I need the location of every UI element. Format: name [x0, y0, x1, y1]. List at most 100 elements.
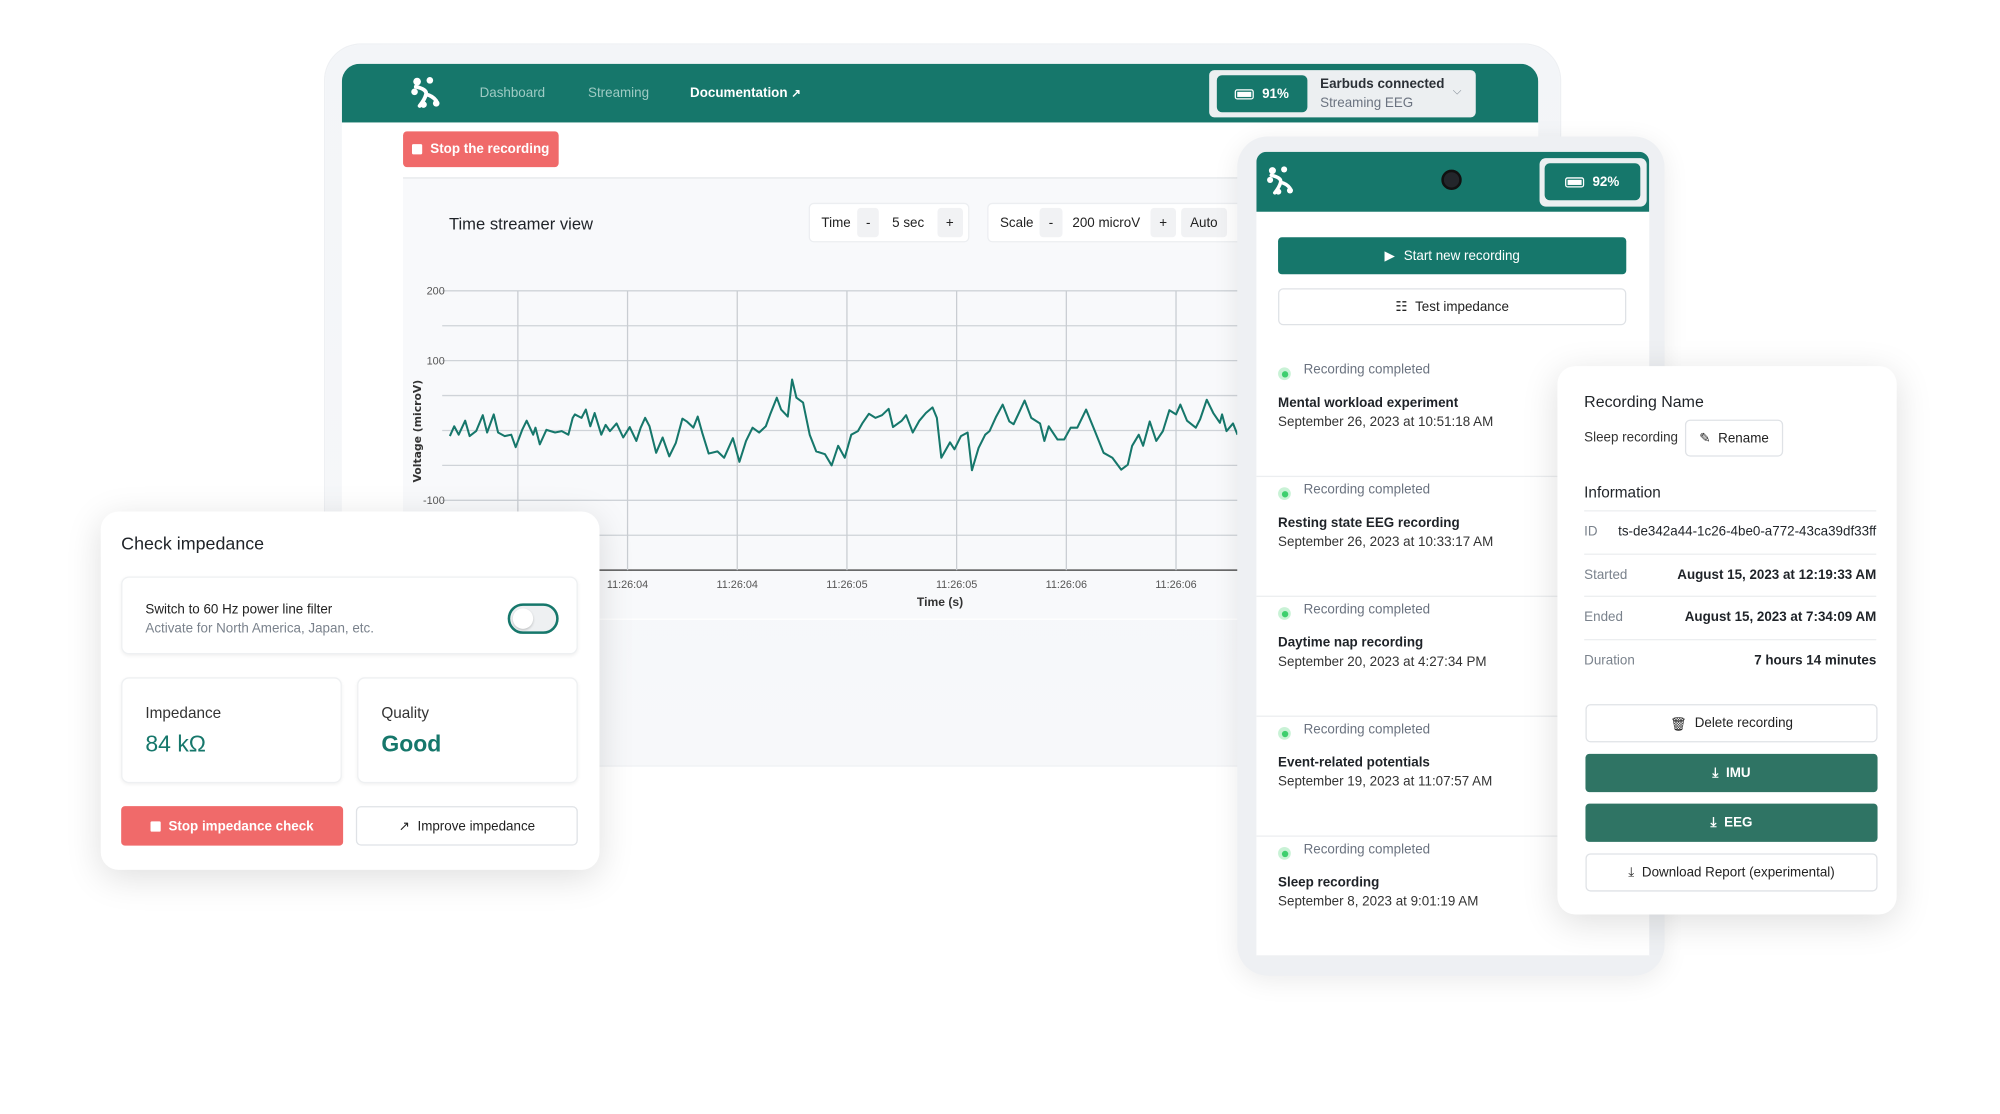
nav-streaming[interactable]: Streaming: [588, 85, 649, 100]
impedance-value: 84 kΩ: [145, 730, 206, 757]
eeg-series-line: [448, 378, 1239, 472]
recording-date: September 19, 2023 at 11:07:57 AM: [1278, 774, 1493, 790]
stop-icon: [150, 820, 161, 831]
download-imu-button[interactable]: ⤓ IMU: [1585, 753, 1878, 793]
quality-value: Good: [381, 730, 442, 757]
camera-dot: [1441, 169, 1462, 191]
y-tick-label: -100: [423, 495, 445, 507]
battery-icon: [1235, 88, 1255, 99]
y-tick-label: 100: [427, 355, 445, 367]
information-heading: Information: [1584, 483, 1661, 502]
recording-status: Recording completed: [1303, 721, 1431, 738]
external-link-icon: ↗: [398, 818, 410, 834]
connection-title: Earbuds connected: [1320, 76, 1445, 92]
impedance-label: Impedance: [145, 704, 222, 722]
stop-recording-label: Stop the recording: [430, 141, 550, 157]
download-icon: ⤓: [1712, 764, 1719, 780]
chevron-down-icon: ⌵: [1452, 84, 1462, 97]
test-impedance-button[interactable]: ☷ Test impedance: [1278, 288, 1627, 326]
info-value: 7 hours 14 minutes: [1754, 652, 1877, 668]
info-label: Started: [1584, 566, 1628, 583]
status-dot-icon: [1278, 367, 1291, 381]
quality-stat: Quality Good: [357, 677, 578, 784]
trash-icon: 🗑: [1670, 716, 1688, 732]
improve-impedance-label: Improve impedance: [417, 818, 536, 834]
delete-recording-button[interactable]: 🗑 Delete recording: [1585, 704, 1878, 743]
test-impedance-label: Test impedance: [1415, 299, 1509, 315]
status-dot-icon: [1278, 846, 1291, 860]
info-row-duration: Duration 7 hours 14 minutes: [1584, 638, 1877, 680]
stop-recording-button[interactable]: Stop the recording: [403, 131, 559, 168]
impedance-stat: Impedance 84 kΩ: [121, 677, 342, 784]
recording-name: Sleep recording: [1584, 429, 1678, 446]
power-filter-toggle[interactable]: [507, 603, 559, 634]
download-report-label: Download Report (experimental): [1641, 864, 1835, 881]
recording-title: Daytime nap recording: [1278, 635, 1424, 651]
sliders-icon: ☷: [1395, 299, 1408, 315]
info-label: Ended: [1584, 609, 1623, 625]
recording-title: Resting state EEG recording: [1278, 515, 1460, 531]
start-recording-button[interactable]: ▶ Start new recording: [1278, 237, 1627, 275]
stop-impedance-label: Stop impedance check: [168, 818, 314, 834]
x-tick-label: 11:26:06: [1046, 579, 1087, 591]
delete-recording-label: Delete recording: [1694, 715, 1793, 731]
recording-status: Recording completed: [1303, 362, 1431, 378]
stop-icon: [412, 144, 423, 155]
logo-icon: [1267, 166, 1294, 195]
battery-icon: [1565, 176, 1585, 187]
info-label: Duration: [1584, 652, 1635, 668]
stop-impedance-button[interactable]: Stop impedance check: [121, 806, 344, 846]
impedance-panel-title: Check impedance: [121, 533, 265, 554]
recording-date: September 26, 2023 at 10:51:18 AM: [1278, 414, 1494, 430]
recording-date: September 8, 2023 at 9:01:19 AM: [1278, 894, 1479, 910]
check-impedance-panel: Check impedance Switch to 60 Hz power li…: [100, 511, 600, 870]
recording-title: Event-related potentials: [1278, 755, 1430, 771]
recording-details-panel: Recording Name Sleep recording ✎ Rename I…: [1557, 366, 1897, 915]
logo-icon: [411, 77, 440, 108]
nav-documentation-label: Documentation: [690, 85, 788, 101]
pencil-icon: ✎: [1699, 430, 1711, 446]
recording-status: Recording completed: [1303, 602, 1431, 618]
download-icon: ⤓: [1628, 864, 1635, 880]
phone-battery-box: 92%: [1539, 158, 1647, 207]
quality-label: Quality: [381, 704, 430, 722]
y-tick-label: 200: [427, 286, 445, 298]
x-tick-label: 11:26:05: [826, 579, 867, 591]
download-eeg-button[interactable]: ⤓ EEG: [1585, 803, 1878, 842]
info-row-id: ID ts-de342a44-1c26-4be0-a772-43ca39df33…: [1584, 510, 1877, 552]
info-label: ID: [1584, 524, 1598, 540]
recording-name-heading: Recording Name: [1584, 392, 1704, 411]
recording-date: September 20, 2023 at 4:27:34 PM: [1278, 654, 1487, 670]
download-report-button[interactable]: ⤓ Download Report (experimental): [1585, 853, 1878, 892]
nav-documentation[interactable]: Documentation ↗: [690, 85, 801, 100]
download-eeg-label: EEG: [1724, 815, 1753, 831]
power-filter-row: Switch to 60 Hz power line filter Activa…: [121, 576, 578, 655]
status-dot-icon: [1278, 487, 1291, 500]
filter-label: Switch to 60 Hz power line filter: [145, 602, 333, 618]
recording-status: Recording completed: [1303, 482, 1431, 498]
rename-label: Rename: [1718, 430, 1769, 446]
device-status-dropdown[interactable]: 91% Earbuds connected Streaming EEG ⌵: [1209, 70, 1476, 118]
info-value: August 15, 2023 at 7:34:09 AM: [1684, 609, 1877, 625]
play-icon: ▶: [1384, 248, 1395, 264]
external-link-icon: ↗: [791, 86, 801, 100]
x-tick-label: 11:26:04: [717, 579, 758, 591]
recording-title: Mental workload experiment: [1278, 395, 1459, 411]
top-nav-bar: Dashboard Streaming Documentation ↗ 91% …: [341, 63, 1539, 123]
rename-button[interactable]: ✎ Rename: [1684, 419, 1784, 457]
start-recording-label: Start new recording: [1403, 248, 1520, 264]
improve-impedance-button[interactable]: ↗ Improve impedance: [355, 806, 578, 846]
toggle-knob: [512, 608, 534, 629]
nav-dashboard[interactable]: Dashboard: [480, 85, 546, 100]
status-dot-icon: [1278, 607, 1291, 620]
recording-status: Recording completed: [1303, 841, 1431, 858]
recording-date: September 26, 2023 at 10:33:17 AM: [1278, 534, 1494, 550]
x-tick-label: 11:26:05: [936, 579, 977, 591]
filter-hint: Activate for North America, Japan, etc.: [145, 621, 374, 637]
battery-indicator: 91%: [1216, 75, 1308, 113]
info-value: August 15, 2023 at 12:19:33 AM: [1677, 566, 1877, 583]
phone-battery-percent: 92%: [1592, 174, 1620, 190]
x-tick-label: 11:26:06: [1155, 579, 1196, 591]
phone-battery-indicator: 92%: [1544, 163, 1641, 201]
y-axis-label: Voltage (microV): [411, 380, 424, 483]
